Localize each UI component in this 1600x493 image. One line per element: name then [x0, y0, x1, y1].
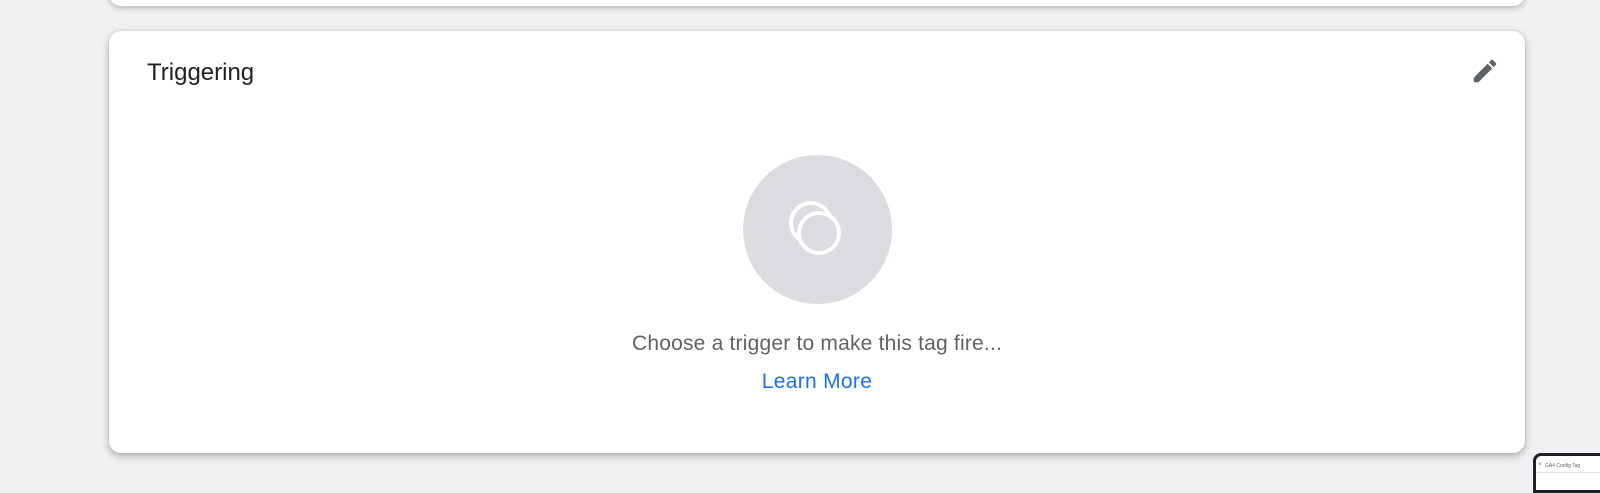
empty-state-message: Choose a trigger to make this tag fire..…: [631, 332, 1003, 355]
screenshot-thumbnail[interactable]: × GA4 Config Tag: [1533, 453, 1600, 493]
card-title: Triggering: [147, 59, 255, 86]
trigger-icon-circle[interactable]: [742, 155, 892, 304]
pencil-edit-icon: [1473, 59, 1497, 83]
learn-more-link[interactable]: Learn More: [762, 370, 872, 394]
edit-button[interactable]: [1465, 51, 1505, 91]
overlapping-circles-trigger-icon: [789, 200, 841, 255]
previous-card-bottom: [109, 0, 1525, 6]
divider: [1536, 472, 1600, 473]
thumbnail-title: GA4 Config Tag: [1545, 463, 1581, 469]
triggering-card: Triggering Choose a trigger to make this…: [109, 31, 1525, 453]
close-icon: ×: [1538, 462, 1542, 468]
trigger-empty-state: Choose a trigger to make this tag fire..…: [109, 155, 1525, 394]
